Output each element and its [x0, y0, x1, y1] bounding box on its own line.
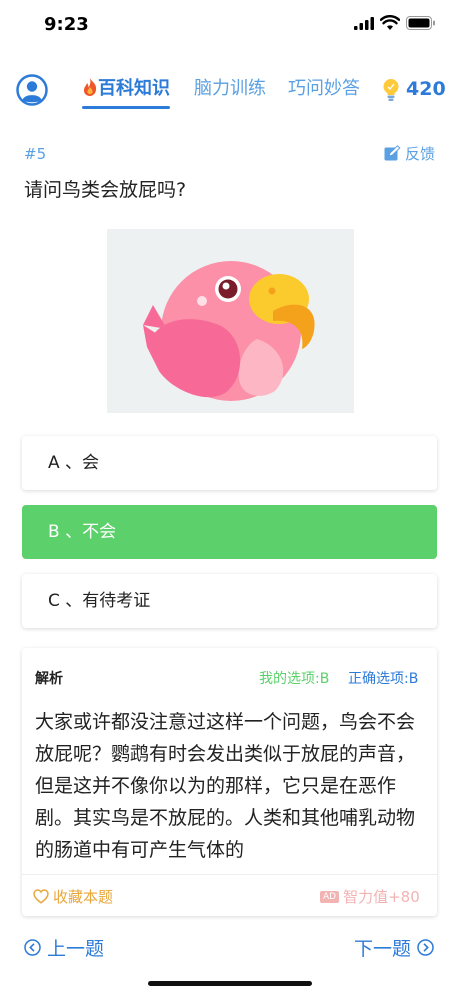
- tab-encyclopedia-label: 百科知识: [98, 78, 170, 99]
- cellular-signal-icon: [354, 17, 374, 30]
- correct-choice: 正确选项:B: [348, 671, 419, 687]
- tab-clever-qa[interactable]: 巧问妙答: [288, 74, 360, 100]
- question-text: 请问鸟类会放屁吗?: [24, 179, 187, 201]
- user-avatar-icon[interactable]: [16, 74, 48, 106]
- fire-icon: [82, 78, 98, 96]
- parrot-illustration: [143, 261, 315, 401]
- lightbulb-icon: [383, 79, 399, 101]
- ad-icon: AD: [320, 890, 340, 903]
- my-choice: 我的选项:B: [259, 671, 330, 687]
- question-image: [107, 229, 354, 413]
- option-a[interactable]: A 、会: [22, 436, 437, 490]
- prev-question-button[interactable]: 上一题: [24, 934, 104, 961]
- tab-encyclopedia[interactable]: 百科知识: [82, 74, 170, 109]
- score-value: 420: [406, 78, 446, 100]
- active-tab-indicator: [82, 106, 170, 109]
- question-number: #5: [24, 145, 47, 163]
- divider: [22, 874, 437, 875]
- status-bar: 9:23: [0, 0, 460, 50]
- next-question-label: 下一题: [354, 938, 412, 960]
- analysis-title: 解析: [35, 671, 63, 687]
- reward-label: 智力值+80: [343, 888, 420, 906]
- battery-icon: [406, 16, 435, 30]
- wifi-icon: [380, 15, 400, 30]
- status-time: 9:23: [44, 14, 89, 35]
- top-nav: 百科知识 脑力训练 巧问妙答 420: [0, 68, 460, 112]
- analysis-body[interactable]: 大家或许都没注意过这样一个问题，鸟会不会放屁呢？鹦鹉有时会发出类似于放屁的声音，…: [35, 706, 427, 870]
- feedback-label: 反馈: [405, 145, 436, 163]
- feedback-button[interactable]: 反馈: [384, 143, 435, 164]
- favorite-button[interactable]: 收藏本题: [33, 886, 113, 907]
- heart-icon: [33, 889, 49, 904]
- chevron-right-circle-icon: [417, 939, 434, 956]
- chevron-left-circle-icon: [24, 939, 41, 956]
- prev-question-label: 上一题: [47, 938, 105, 960]
- option-b[interactable]: B 、不会: [22, 505, 437, 559]
- tab-brain-training[interactable]: 脑力训练: [194, 74, 266, 100]
- home-indicator[interactable]: [148, 981, 312, 986]
- watch-ad-reward-button[interactable]: AD 智力值+80: [320, 886, 420, 907]
- analysis-card: 解析 我的选项:B 正确选项:B 大家或许都没注意过这样一个问题，鸟会不会放屁呢…: [22, 648, 437, 916]
- favorite-label: 收藏本题: [53, 888, 114, 906]
- next-question-button[interactable]: 下一题: [354, 934, 434, 961]
- edit-icon: [384, 145, 401, 161]
- option-c[interactable]: C 、有待考证: [22, 574, 437, 628]
